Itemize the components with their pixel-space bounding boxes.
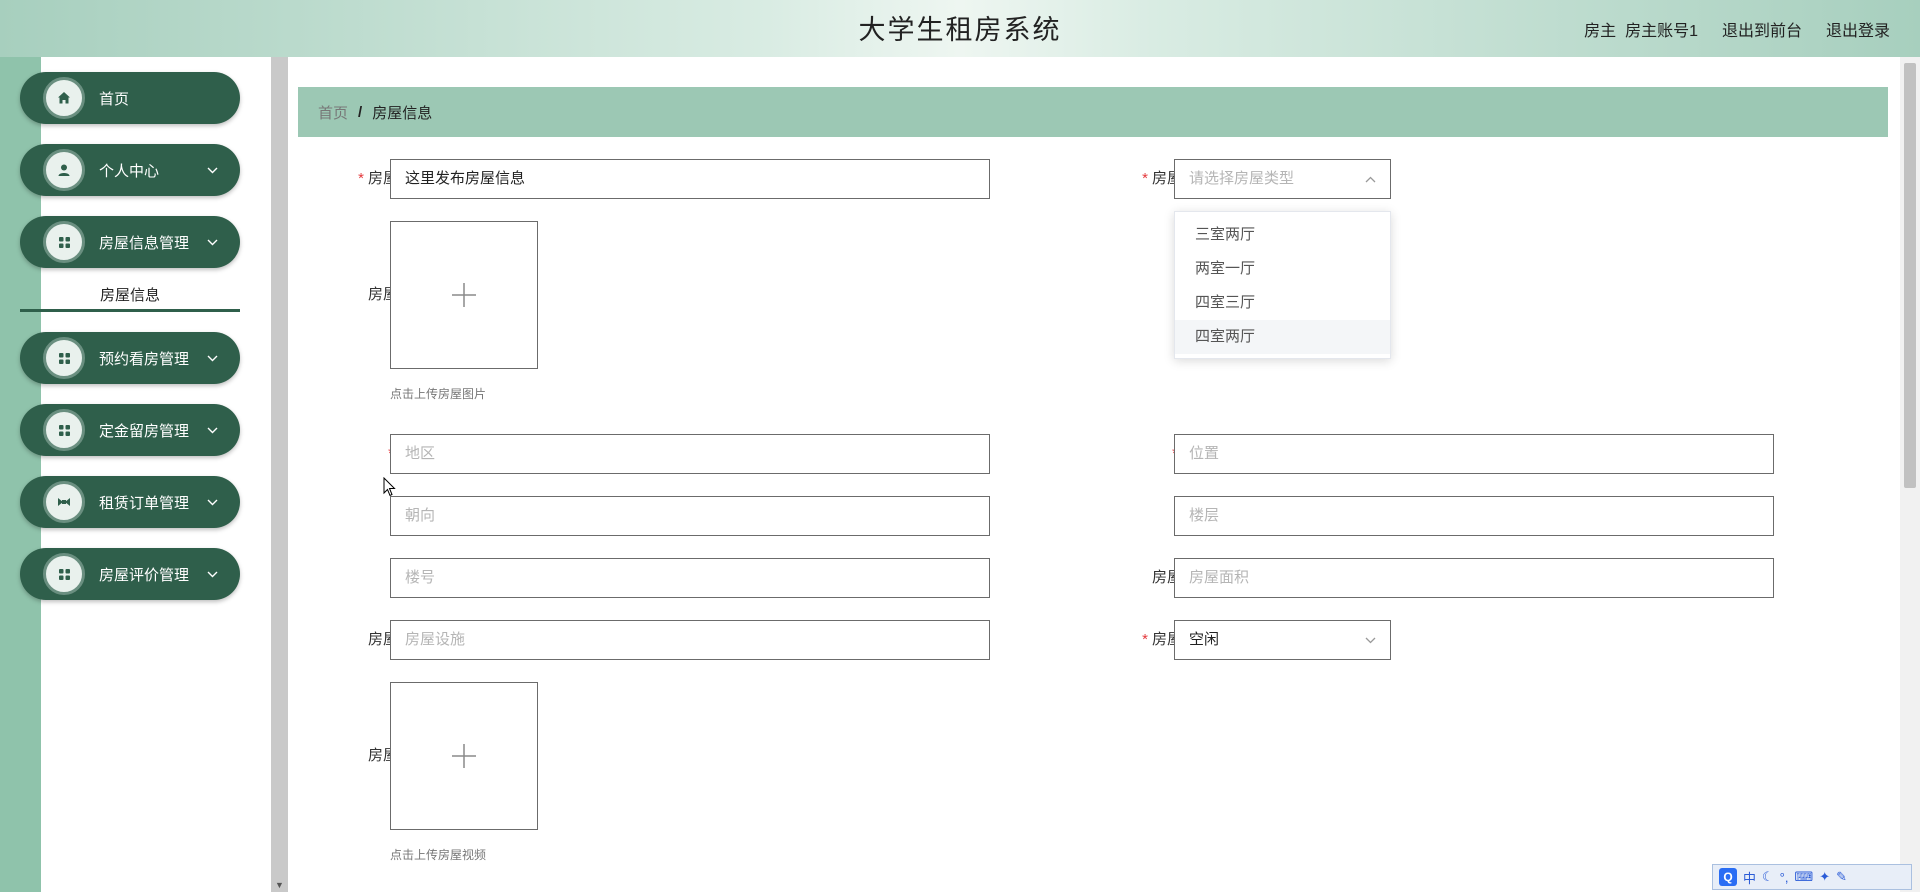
fullwidth-icon[interactable]: ✦ bbox=[1819, 869, 1830, 885]
chevron-down-icon bbox=[207, 163, 218, 177]
sidebar-item-personal-center[interactable]: 个人中心 bbox=[20, 144, 240, 196]
grid-icon bbox=[43, 409, 85, 451]
plus-icon bbox=[451, 734, 477, 779]
mouse-cursor-icon bbox=[383, 477, 396, 497]
grid-icon bbox=[43, 221, 85, 263]
sidebar-scrollbar[interactable]: ▼ bbox=[271, 57, 288, 892]
header-user-area: 房主 房主账号1 退出到前台 退出登录 bbox=[1584, 17, 1890, 41]
breadcrumb: 首页 / 房屋信息 bbox=[298, 87, 1888, 137]
sidebar-item-label: 房屋信息管理 bbox=[99, 234, 190, 252]
sidebar-item-label: 定金留房管理 bbox=[99, 422, 190, 440]
dropdown-option[interactable]: 三室两厅 bbox=[1175, 218, 1390, 252]
keyboard-icon[interactable]: ⌨ bbox=[1794, 869, 1813, 885]
facilities-input[interactable]: 房屋设施 bbox=[390, 620, 990, 660]
home-icon bbox=[43, 77, 85, 119]
dropdown-option[interactable]: 四室三厅 bbox=[1175, 286, 1390, 320]
main-scrollbar[interactable] bbox=[1900, 57, 1920, 892]
sidebar-item-rental-orders[interactable]: 租赁订单管理 bbox=[20, 476, 240, 528]
sidebar-subitem-house-info[interactable]: 房屋信息 bbox=[20, 280, 240, 312]
house-image-hint: 点击上传房屋图片 bbox=[390, 387, 487, 401]
grid-icon bbox=[43, 553, 85, 595]
region-input[interactable]: 地区 bbox=[390, 434, 990, 474]
app-header: 大学生租房系统 房主 房主账号1 退出到前台 退出登录 bbox=[0, 0, 1920, 57]
sidebar: 首页 个人中心 房屋信息管理 房屋信息 预约看房管理 定金留房管理 租赁订单管理… bbox=[20, 57, 271, 892]
chevron-down-icon bbox=[207, 495, 218, 509]
house-video-upload[interactable] bbox=[390, 682, 538, 830]
scroll-down-arrow-icon[interactable]: ▼ bbox=[275, 880, 284, 890]
wrench-icon[interactable]: ✎ bbox=[1836, 869, 1847, 885]
house-video-hint: 点击上传房屋视频 bbox=[390, 848, 487, 862]
punctuation-icon[interactable]: °, bbox=[1780, 870, 1789, 885]
logout-link[interactable]: 退出登录 bbox=[1826, 17, 1890, 41]
breadcrumb-separator: / bbox=[358, 103, 363, 121]
sidebar-item-label: 个人中心 bbox=[99, 162, 160, 180]
chevron-down-icon bbox=[207, 351, 218, 365]
sidebar-item-deposit-management[interactable]: 定金留房管理 bbox=[20, 404, 240, 456]
ticket-icon bbox=[43, 481, 85, 523]
chevron-down-icon bbox=[207, 235, 218, 249]
chevron-up-icon bbox=[1365, 160, 1376, 198]
ime-toolbar[interactable]: Q 中 ☾ °, ⌨ ✦ ✎ bbox=[1712, 864, 1912, 890]
location-input[interactable]: 位置 bbox=[1174, 434, 1774, 474]
sidebar-item-label: 预约看房管理 bbox=[99, 350, 190, 368]
user-role-label: 房主 房主账号1 bbox=[1584, 23, 1698, 40]
dropdown-option[interactable]: 四室两厅 bbox=[1175, 320, 1390, 354]
sidebar-item-label: 首页 bbox=[99, 90, 130, 108]
scrollbar-thumb[interactable] bbox=[1904, 63, 1916, 488]
breadcrumb-current: 房屋信息 bbox=[372, 104, 433, 122]
orientation-input[interactable]: 朝向 bbox=[390, 496, 990, 536]
chevron-down-icon bbox=[1365, 621, 1376, 659]
chevron-down-icon bbox=[207, 423, 218, 437]
sidebar-item-home[interactable]: 首页 bbox=[20, 72, 240, 124]
moon-icon[interactable]: ☾ bbox=[1762, 869, 1774, 885]
sidebar-item-label: 房屋评价管理 bbox=[99, 566, 190, 584]
floor-input[interactable]: 楼层 bbox=[1174, 496, 1774, 536]
sidebar-item-house-reviews[interactable]: 房屋评价管理 bbox=[20, 548, 240, 600]
house-image-upload[interactable] bbox=[390, 221, 538, 369]
chevron-down-icon bbox=[207, 567, 218, 581]
status-select[interactable]: 空闲 bbox=[1174, 620, 1391, 660]
sidebar-item-viewing-appointment[interactable]: 预约看房管理 bbox=[20, 332, 240, 384]
breadcrumb-home-link[interactable]: 首页 bbox=[318, 102, 348, 123]
house-type-dropdown: 三室两厅 两室一厅 四室三厅 四室两厅 bbox=[1174, 211, 1391, 359]
ime-logo-icon[interactable]: Q bbox=[1719, 868, 1737, 886]
building-input[interactable]: 楼号 bbox=[390, 558, 990, 598]
house-type-select[interactable]: 请选择房屋类型 bbox=[1174, 159, 1391, 199]
area-input[interactable]: 房屋面积 bbox=[1174, 558, 1774, 598]
main-content: 首页 / 房屋信息 *房屋名称 这里发布房屋信息 *房屋类型 请选择房屋类型 房… bbox=[288, 57, 1900, 892]
dropdown-option[interactable]: 两室一厅 bbox=[1175, 252, 1390, 286]
grid-icon bbox=[43, 337, 85, 379]
plus-icon bbox=[451, 273, 477, 318]
user-icon bbox=[43, 149, 85, 191]
ime-language-toggle[interactable]: 中 bbox=[1743, 868, 1756, 887]
sidebar-item-label: 租赁订单管理 bbox=[99, 494, 190, 512]
sidebar-item-house-info-management[interactable]: 房屋信息管理 bbox=[20, 216, 240, 268]
exit-to-front-link[interactable]: 退出到前台 bbox=[1722, 17, 1802, 41]
house-name-input[interactable]: 这里发布房屋信息 bbox=[390, 159, 990, 199]
